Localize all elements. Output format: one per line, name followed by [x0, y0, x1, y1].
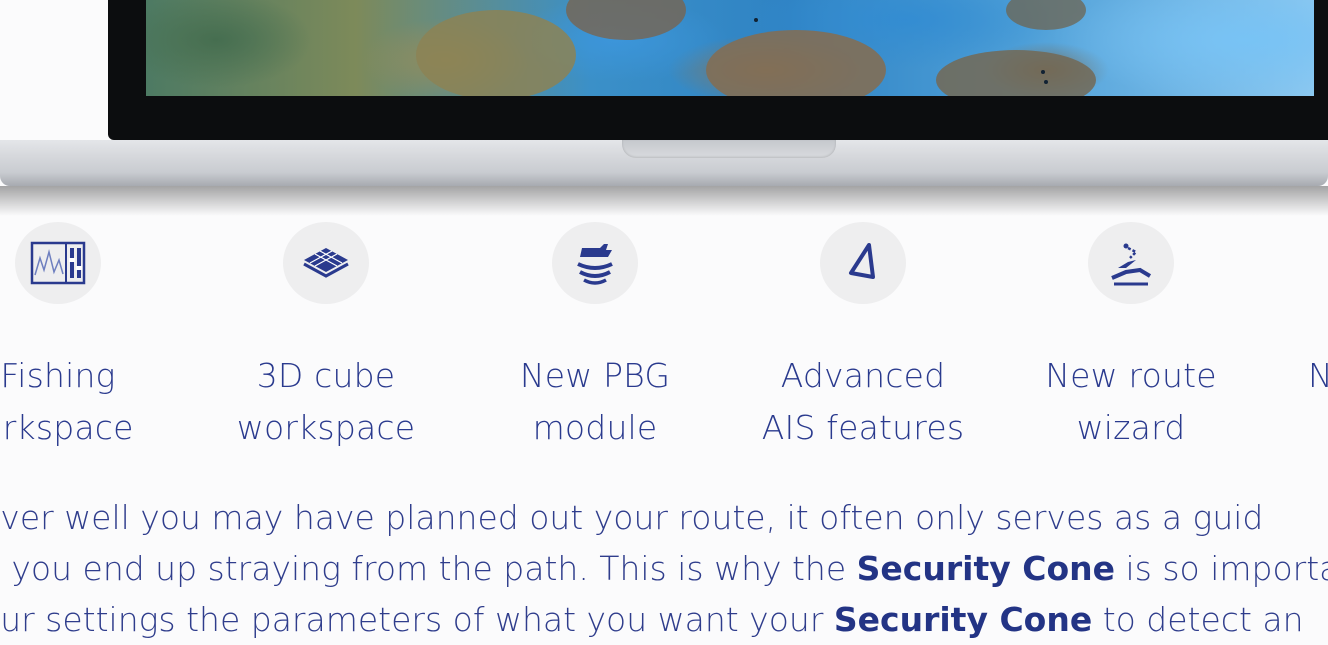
feature-label-line1: Fishing — [0, 356, 116, 395]
description-paragraph: ever well you may have planned out your … — [0, 492, 1328, 645]
security-cone-emphasis: Security Cone — [856, 549, 1115, 588]
ais-triangle-icon — [820, 222, 906, 304]
feature-label: Advanced AIS features — [733, 350, 993, 454]
feature-label-line1: N — [1308, 356, 1328, 395]
route-wizard-icon — [1088, 222, 1174, 304]
paragraph-line3: our settings the parameters of what you … — [0, 594, 1328, 645]
feature-3d-cube-workspace[interactable]: 3D cube workspace — [196, 222, 456, 454]
feature-pbg-module[interactable]: New PBG module — [465, 222, 725, 454]
feature-route-wizard[interactable]: New route wizard — [1001, 222, 1261, 454]
pbg-boat-icon — [552, 222, 638, 304]
feature-label-line1: New PBG — [519, 356, 671, 395]
feature-partial-next[interactable]: N — [1270, 222, 1328, 402]
security-cone-emphasis: Security Cone — [833, 600, 1093, 639]
feature-label-line1: New route — [1045, 356, 1217, 395]
feature-ais-features[interactable]: Advanced AIS features — [733, 222, 993, 454]
paragraph-text: our settings the parameters of what you … — [0, 600, 834, 639]
feature-label-line1: Advanced — [780, 356, 946, 395]
paragraph-text: is so importar — [1125, 549, 1328, 588]
laptop-notch — [622, 140, 836, 158]
paragraph-line1: ever well you may have planned out your … — [0, 498, 1264, 537]
paragraph-text: to detect an — [1092, 600, 1304, 639]
feature-fishing-workspace[interactable]: Fishing orkspace — [0, 222, 188, 454]
feature-label-line1: 3D cube — [256, 356, 396, 395]
feature-label-line2: AIS features — [761, 408, 965, 447]
laptop-shadow — [0, 186, 1328, 216]
feature-label-line2: orkspace — [0, 408, 134, 447]
feature-label-line2: module — [532, 408, 658, 447]
feature-label: 3D cube workspace — [196, 350, 456, 454]
feature-label: New route wizard — [1001, 350, 1261, 454]
3d-cube-icon — [283, 222, 369, 304]
nautical-chart-map — [146, 0, 1314, 96]
feature-label: N — [1270, 350, 1328, 402]
paragraph-text: n you end up straying from the path. Thi… — [0, 549, 857, 588]
feature-label-line2: workspace — [236, 408, 416, 447]
fishing-workspace-icon — [15, 222, 101, 304]
feature-label: Fishing orkspace — [0, 350, 188, 454]
feature-label-line2: wizard — [1076, 408, 1186, 447]
paragraph-line2: n you end up straying from the path. Thi… — [0, 543, 1328, 594]
feature-label: New PBG module — [465, 350, 725, 454]
